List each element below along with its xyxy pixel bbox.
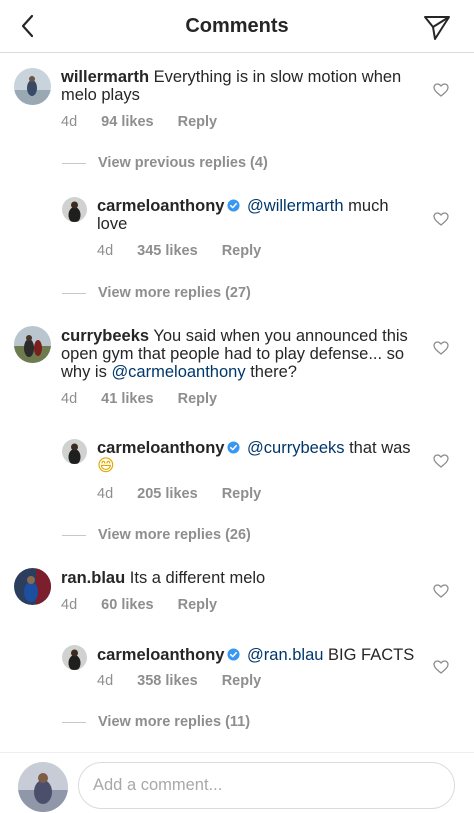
verified-badge-icon <box>227 648 240 661</box>
verified-badge-icon <box>227 199 240 212</box>
view-more-label: View more replies (26) <box>98 527 251 543</box>
comment-meta: 4d 94 likes Reply <box>61 114 237 130</box>
comment-time: 4d <box>61 391 78 407</box>
heart-icon[interactable] <box>433 454 449 468</box>
reply-mention[interactable]: @willermarth <box>247 197 344 215</box>
view-previous-replies[interactable]: View previous replies (4) <box>62 155 268 171</box>
verified-badge-icon <box>227 441 240 454</box>
comment-meta: 4d 41 likes Reply <box>61 391 237 407</box>
comment-username[interactable]: currybeeks <box>61 327 149 345</box>
header-bar: Comments <box>0 0 474 53</box>
comment-username[interactable]: ran.blau <box>61 569 125 587</box>
view-more-replies[interactable]: View more replies (27) <box>62 285 251 301</box>
reply-meta: 4d 205 likes Reply <box>97 486 281 502</box>
current-user-avatar <box>18 762 68 812</box>
avatar-ran-blau[interactable] <box>14 568 51 605</box>
reply-body: BIG FACTS <box>328 646 415 664</box>
reply-text: carmeloanthony @ran.blau BIG FACTS <box>97 646 417 664</box>
heart-icon[interactable] <box>433 584 449 598</box>
avatar-willermarth[interactable] <box>14 68 51 105</box>
avatar-carmeloanthony[interactable] <box>62 439 87 464</box>
comment-likes[interactable]: 41 likes <box>101 391 153 407</box>
comment-mention[interactable]: @carmeloanthony <box>111 363 245 381</box>
comment-time: 4d <box>61 114 78 130</box>
reply-button[interactable]: Reply <box>222 243 262 259</box>
direct-send-icon[interactable] <box>422 12 452 42</box>
comment-text: willermarth Everything is in slow motion… <box>61 68 411 104</box>
reply-button[interactable]: Reply <box>222 673 262 689</box>
comment-likes[interactable]: 94 likes <box>101 114 153 130</box>
comment-username[interactable]: willermarth <box>61 68 149 86</box>
reply-text: carmeloanthony @willermarth much love <box>97 197 417 233</box>
reply-likes[interactable]: 358 likes <box>137 673 197 689</box>
avatar-carmeloanthony[interactable] <box>62 645 87 670</box>
reply-time: 4d <box>97 486 114 502</box>
reply-mention[interactable]: @ran.blau <box>247 646 323 664</box>
grinning-emoji-icon: 😄 <box>97 456 115 476</box>
heart-icon[interactable] <box>433 83 449 97</box>
reply-button[interactable]: Reply <box>178 391 218 407</box>
divider-dash <box>62 721 86 723</box>
avatar-currybeeks[interactable] <box>14 326 51 363</box>
reply-button[interactable]: Reply <box>178 114 218 130</box>
reply-body: that was <box>349 439 411 457</box>
reply-likes[interactable]: 345 likes <box>137 243 197 259</box>
reply-text: carmeloanthony @currybeeks that was 😄 <box>97 439 417 475</box>
comment-likes[interactable]: 60 likes <box>101 597 153 613</box>
comment-text: ran.blau Its a different melo <box>61 569 411 587</box>
add-comment-input[interactable] <box>78 762 455 809</box>
comment-meta: 4d 60 likes Reply <box>61 597 237 613</box>
comment-body-end: there? <box>250 363 297 381</box>
avatar-carmeloanthony[interactable] <box>62 197 87 222</box>
view-more-replies[interactable]: View more replies (11) <box>62 714 250 730</box>
heart-icon[interactable] <box>433 660 449 674</box>
divider-dash <box>62 534 86 536</box>
reply-time: 4d <box>97 243 114 259</box>
page-title: Comments <box>185 15 289 37</box>
comment-text: currybeeks You said when you announced t… <box>61 327 411 381</box>
divider-dash <box>62 162 86 164</box>
divider-dash <box>62 292 86 294</box>
reply-mention[interactable]: @currybeeks <box>247 439 344 457</box>
view-more-replies[interactable]: View more replies (26) <box>62 527 251 543</box>
comment-body: Its a different melo <box>129 569 266 587</box>
view-replies-label: View previous replies (4) <box>98 155 268 171</box>
reply-likes[interactable]: 205 likes <box>137 486 197 502</box>
reply-button[interactable]: Reply <box>222 486 262 502</box>
view-more-label: View more replies (11) <box>98 714 251 730</box>
reply-username[interactable]: carmeloanthony <box>97 646 224 664</box>
reply-username[interactable]: carmeloanthony <box>97 439 224 457</box>
reply-button[interactable]: Reply <box>178 597 218 613</box>
view-more-label: View more replies (27) <box>98 285 251 301</box>
reply-time: 4d <box>97 673 114 689</box>
comment-time: 4d <box>61 597 78 613</box>
heart-icon[interactable] <box>433 212 449 226</box>
comment-composer <box>0 752 474 813</box>
heart-icon[interactable] <box>433 341 449 355</box>
reply-meta: 4d 358 likes Reply <box>97 673 281 689</box>
reply-meta: 4d 345 likes Reply <box>97 243 281 259</box>
reply-username[interactable]: carmeloanthony <box>97 197 224 215</box>
